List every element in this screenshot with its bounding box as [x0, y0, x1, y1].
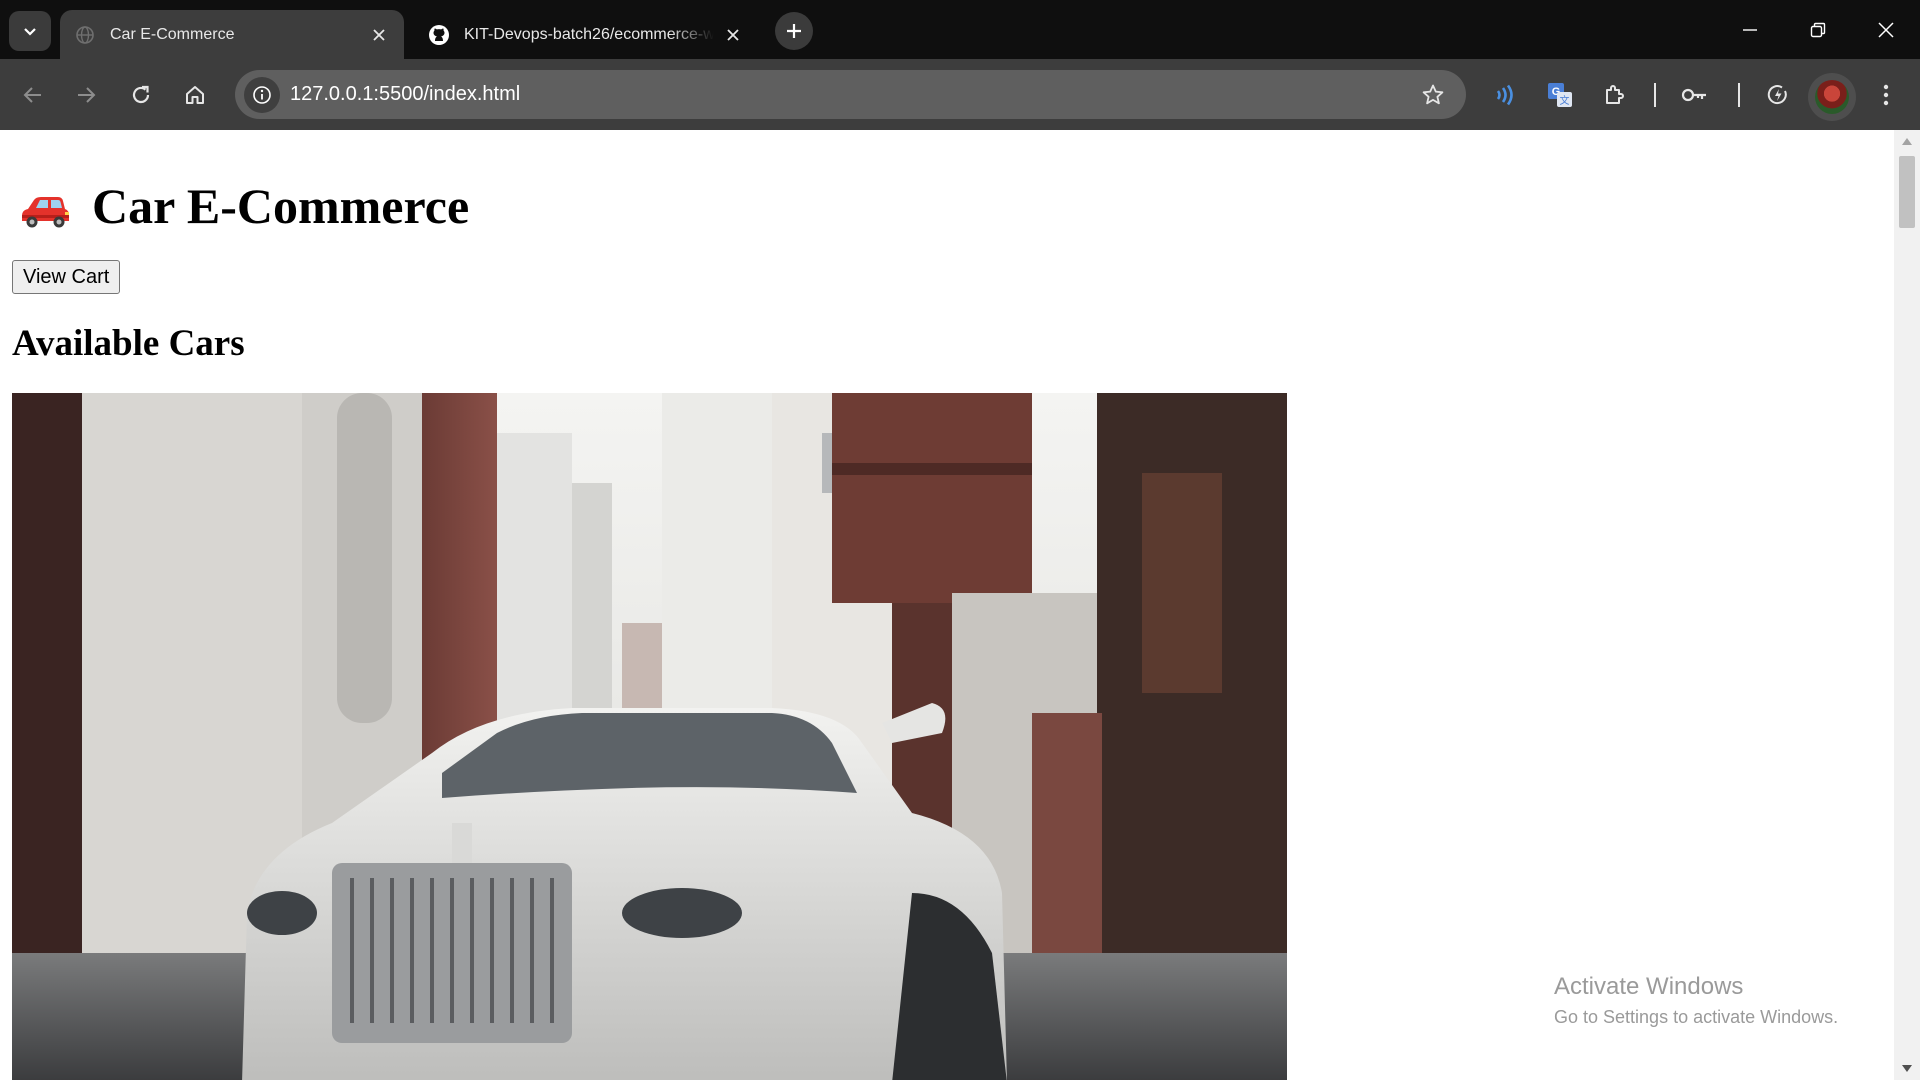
- tab-title: KIT-Devops-batch26/ecommerce-web: [464, 25, 714, 43]
- profile-avatar[interactable]: [1808, 73, 1856, 121]
- page-heading: Car E-Commerce: [12, 176, 1882, 236]
- tab-github-repo[interactable]: KIT-Devops-batch26/ecommerce-web: [414, 10, 758, 59]
- close-window-button[interactable]: [1852, 0, 1920, 59]
- avatar-image: [1815, 80, 1849, 114]
- puzzle-icon: [1606, 85, 1624, 104]
- page-title-text: Car E-Commerce: [92, 178, 470, 234]
- more-vertical-icon: [1883, 84, 1889, 106]
- toolbar-divider: [1654, 83, 1656, 107]
- svg-text:文: 文: [1560, 94, 1570, 107]
- chevron-down-icon: [24, 28, 36, 36]
- arrow-right-icon: [78, 87, 96, 103]
- page-content: Car E-Commerce View Cart Available Cars: [0, 130, 1894, 377]
- info-icon: [253, 86, 271, 104]
- energy-saver-icon: [1767, 85, 1787, 105]
- globe-icon: [74, 24, 96, 46]
- red-car-icon: [18, 186, 72, 228]
- toolbar-divider: [1738, 83, 1740, 107]
- password-manager-button[interactable]: [1677, 77, 1713, 113]
- tab-car-ecommerce[interactable]: Car E-Commerce: [60, 10, 404, 59]
- available-cars-heading: Available Cars: [12, 323, 245, 364]
- bookmark-star-icon[interactable]: [1420, 82, 1446, 108]
- translate-extension-button[interactable]: G文: [1542, 77, 1578, 113]
- new-tab-button[interactable]: [775, 12, 813, 50]
- address-bar[interactable]: 127.0.0.1:5500/index.html: [235, 70, 1466, 119]
- restore-icon: [1810, 22, 1826, 37]
- tab-strip: Car E-Commerce KIT-Devops-batch26/ecomme…: [0, 0, 1920, 59]
- arrow-left-icon: [23, 87, 41, 103]
- browser-toolbar: 127.0.0.1:5500/index.html G文: [0, 59, 1920, 130]
- tab-title: Car E-Commerce: [110, 25, 235, 43]
- browser-menu-button[interactable]: [1868, 77, 1904, 113]
- translate-icon: G文: [1548, 83, 1572, 107]
- close-icon[interactable]: [368, 24, 390, 46]
- plus-icon: [787, 24, 801, 38]
- car-product-image[interactable]: [12, 393, 1287, 1080]
- github-icon: [428, 24, 450, 46]
- read-aloud-icon: [1496, 84, 1513, 106]
- scrollbar-thumb[interactable]: [1899, 156, 1915, 228]
- page-viewport: Car E-Commerce View Cart Available Cars: [0, 130, 1894, 1080]
- back-button[interactable]: [15, 77, 51, 113]
- minimize-icon: [1743, 28, 1757, 31]
- window-controls: [1716, 0, 1920, 59]
- performance-button[interactable]: [1760, 77, 1796, 113]
- home-icon: [186, 86, 204, 104]
- close-icon[interactable]: [722, 24, 744, 46]
- url-text[interactable]: 127.0.0.1:5500/index.html: [290, 83, 520, 106]
- page-scrollbar[interactable]: [1894, 130, 1920, 1080]
- reload-icon: [132, 85, 150, 104]
- scroll-up-arrow-icon[interactable]: [1902, 138, 1912, 145]
- reload-button[interactable]: [123, 77, 159, 113]
- key-icon: [1681, 88, 1706, 102]
- tab-search-button[interactable]: [9, 11, 51, 51]
- extensions-button[interactable]: [1597, 77, 1633, 113]
- home-button[interactable]: [177, 77, 213, 113]
- scroll-down-arrow-icon[interactable]: [1902, 1065, 1912, 1072]
- restore-button[interactable]: [1784, 0, 1852, 59]
- read-aloud-button[interactable]: [1487, 77, 1523, 113]
- site-info-button[interactable]: [244, 77, 280, 113]
- view-cart-button[interactable]: View Cart: [12, 260, 121, 294]
- minimize-button[interactable]: [1716, 0, 1784, 59]
- close-icon: [1878, 21, 1894, 38]
- forward-button[interactable]: [68, 77, 104, 113]
